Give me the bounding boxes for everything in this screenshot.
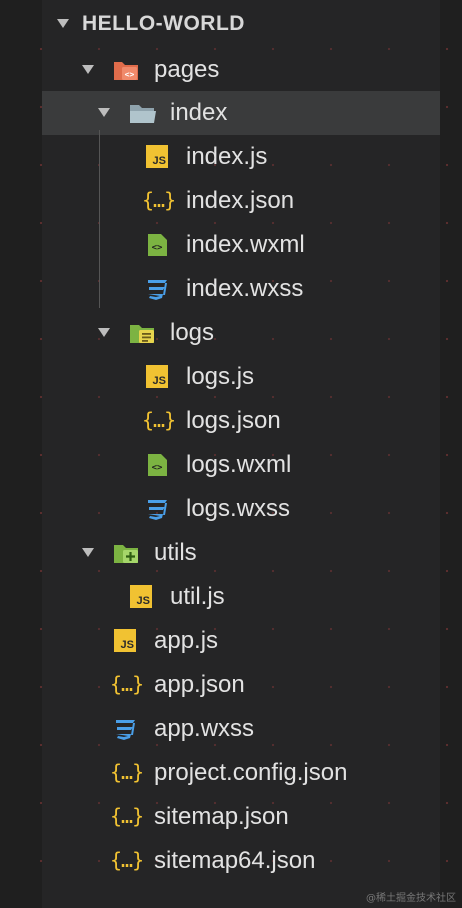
file-label: app.js	[154, 627, 219, 654]
css3-file-icon	[144, 497, 170, 528]
file-label: logs.wxml	[186, 451, 292, 478]
json-file-icon: {…}	[110, 848, 144, 872]
tree-file-sitemap-json[interactable]: {…} sitemap.json	[42, 795, 440, 839]
tree-root-hello-world[interactable]: HELLO-WORLD	[42, 2, 440, 46]
folder-utils-icon	[112, 541, 142, 572]
file-label: sitemap.json	[154, 803, 289, 830]
chevron-down-icon[interactable]	[98, 108, 110, 117]
tree-folder-pages[interactable]: <> pages	[42, 48, 440, 92]
folder-open-icon	[128, 101, 158, 132]
tree-folder-utils[interactable]: utils	[42, 531, 440, 575]
wxml-file-icon: <>	[146, 453, 168, 484]
tree-file-index-wxss[interactable]: index.wxss	[42, 267, 440, 311]
chevron-down-icon[interactable]	[98, 328, 110, 337]
file-label: app.wxss	[154, 715, 255, 742]
folder-label: index	[170, 99, 228, 126]
file-label: project.config.json	[154, 759, 348, 786]
tree-file-sitemap64-json[interactable]: {…} sitemap64.json	[42, 839, 440, 883]
json-file-icon: {…}	[110, 760, 144, 784]
folder-label: pages	[154, 56, 220, 83]
folder-label: utils	[154, 539, 197, 566]
chevron-down-icon[interactable]	[82, 548, 94, 557]
file-label: index.js	[186, 143, 268, 170]
tree-file-index-json[interactable]: {…} index.json	[42, 179, 440, 223]
svg-text:<>: <>	[152, 243, 163, 253]
tree-file-project-config-json[interactable]: {…} project.config.json	[42, 751, 440, 795]
js-file-icon: JS	[146, 365, 168, 388]
folder-logs-icon	[128, 321, 158, 352]
tree-file-index-wxml[interactable]: <> index.wxml	[42, 223, 440, 267]
js-file-icon: JS	[130, 585, 152, 608]
file-label: app.json	[154, 671, 245, 698]
css3-file-icon	[144, 277, 170, 308]
svg-text:<>: <>	[152, 463, 163, 473]
folder-label: logs	[170, 319, 215, 346]
file-label: index.json	[186, 187, 295, 214]
chevron-down-icon[interactable]	[57, 19, 69, 28]
json-file-icon: {…}	[142, 188, 176, 212]
js-file-icon: JS	[114, 629, 136, 652]
tree-file-app-wxss[interactable]: app.wxss	[42, 707, 440, 751]
tree-folder-logs[interactable]: logs	[42, 311, 440, 355]
tree-file-logs-js[interactable]: JS logs.js	[42, 355, 440, 399]
file-label: sitemap64.json	[154, 847, 316, 874]
watermark: @稀土掘金技术社区	[366, 893, 456, 904]
tree-file-logs-wxss[interactable]: logs.wxss	[42, 487, 440, 531]
wxml-file-icon: <>	[146, 233, 168, 264]
file-label: index.wxml	[186, 231, 305, 258]
tree-file-app-js[interactable]: JS app.js	[42, 619, 440, 663]
tree-file-index-js[interactable]: JS index.js	[42, 135, 440, 179]
folder-pages-icon: <>	[112, 58, 140, 89]
file-label: logs.js	[186, 363, 255, 390]
chevron-down-icon[interactable]	[82, 65, 94, 74]
file-label: util.js	[170, 583, 225, 610]
json-file-icon: {…}	[142, 408, 176, 432]
tree-file-util-js[interactable]: JS util.js	[42, 575, 440, 619]
file-label: logs.wxss	[186, 495, 291, 522]
tree-file-logs-wxml[interactable]: <> logs.wxml	[42, 443, 440, 487]
json-file-icon: {…}	[110, 672, 144, 696]
tree-folder-index[interactable]: index	[42, 91, 440, 135]
file-label: logs.json	[186, 407, 281, 434]
svg-text:<>: <>	[125, 70, 135, 79]
tree-file-logs-json[interactable]: {…} logs.json	[42, 399, 440, 443]
js-file-icon: JS	[146, 145, 168, 168]
tree-file-app-json[interactable]: {…} app.json	[42, 663, 440, 707]
file-label: index.wxss	[186, 275, 304, 302]
css3-file-icon	[112, 717, 138, 748]
root-folder-label: HELLO-WORLD	[82, 12, 245, 35]
json-file-icon: {…}	[110, 804, 144, 828]
